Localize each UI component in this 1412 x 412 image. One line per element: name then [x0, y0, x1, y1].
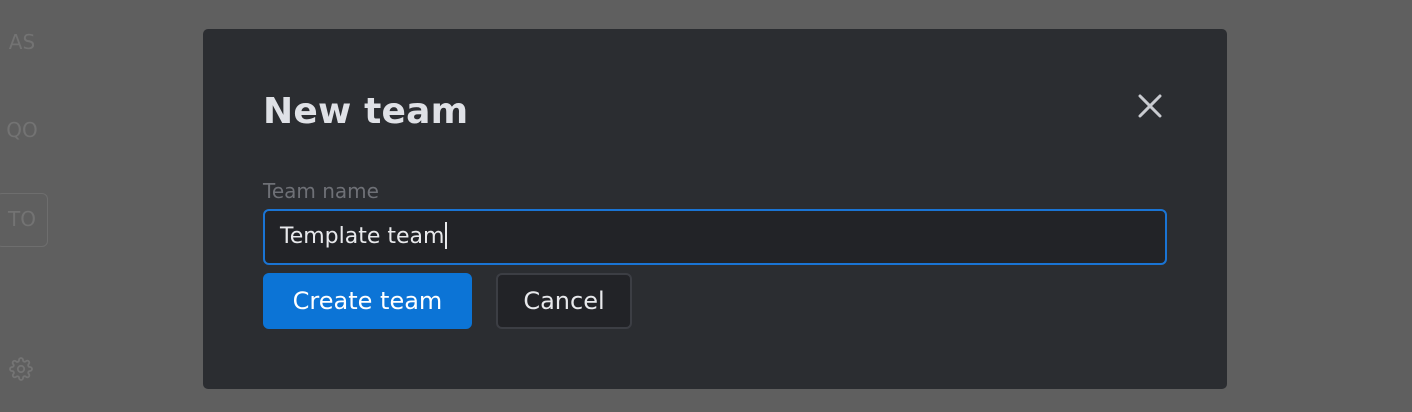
sidebar-team-to[interactable]: TO: [0, 193, 48, 247]
sidebar-team-as[interactable]: AS: [0, 30, 44, 54]
gear-icon[interactable]: [9, 357, 33, 381]
new-team-dialog: New team Team name Template team Create …: [203, 29, 1227, 389]
team-sidebar: AS QO TO: [0, 0, 50, 412]
team-name-input[interactable]: Template team: [263, 209, 1167, 265]
dialog-title: New team: [263, 91, 469, 132]
cancel-button[interactable]: Cancel: [496, 273, 632, 329]
team-name-label: Team name: [263, 179, 379, 203]
create-team-button[interactable]: Create team: [263, 273, 472, 329]
text-caret: [445, 222, 448, 249]
close-icon[interactable]: [1133, 89, 1167, 123]
team-name-value: Template team: [280, 224, 445, 249]
sidebar-team-qo[interactable]: QO: [0, 118, 44, 142]
